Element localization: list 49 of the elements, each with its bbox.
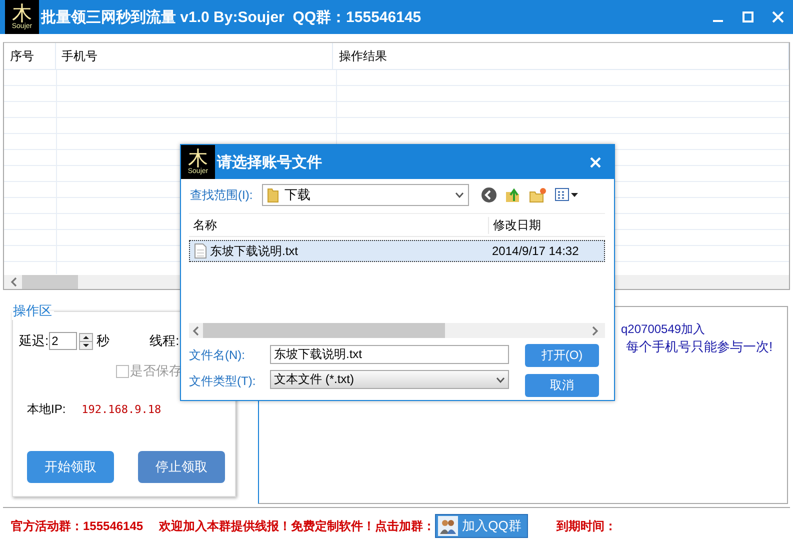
window-title: 批量领三网秒到流量 v1.0 By:Soujer QQ群：155546145 <box>41 8 422 26</box>
close-icon[interactable] <box>772 11 784 23</box>
delay-unit: 秒 <box>96 332 110 350</box>
threads-label: 线程: <box>150 332 180 350</box>
panel-title: 操作区 <box>12 302 53 320</box>
delay-input[interactable]: 2 <box>48 332 77 350</box>
file-row[interactable]: 东坡下载说明.txt 2014/9/17 14:32 <box>189 240 605 262</box>
close-icon[interactable] <box>590 156 601 168</box>
scroll-left-icon[interactable] <box>10 277 18 287</box>
scrollbar-thumb[interactable] <box>22 275 78 289</box>
group-info: 官方活动群：155546145 <box>11 518 144 535</box>
local-ip-label: 本地IP: <box>27 400 66 418</box>
document-icon <box>194 243 207 259</box>
column-header: 修改日期 <box>488 216 605 234</box>
scroll-left-icon[interactable] <box>192 326 200 336</box>
file-date: 2014/9/17 14:32 <box>492 244 579 258</box>
expiry-label: 到期时间： <box>556 518 616 535</box>
column-header: 序号 <box>4 43 56 69</box>
look-in-label: 查找范围(I): <box>190 186 253 204</box>
file-name-label: 文件名(N): <box>189 347 246 364</box>
chevron-down-icon <box>496 376 505 382</box>
up-folder-icon[interactable] <box>504 187 521 203</box>
new-folder-icon[interactable] <box>528 187 547 203</box>
delay-label: 延迟: <box>19 332 49 350</box>
file-type-dropdown[interactable]: 文本文件 (*.txt) <box>270 370 509 389</box>
notice-text: 欢迎加入本群提供线报！免费定制软件！点击加群： <box>159 518 436 535</box>
scrollbar-thumb[interactable] <box>203 323 445 338</box>
column-header: 手机号 <box>56 43 334 69</box>
scroll-right-icon[interactable] <box>591 326 599 336</box>
look-in-dropdown[interactable]: 下载 <box>262 184 469 206</box>
file-type-label: 文件类型(T): <box>189 373 257 390</box>
dialog-title: 请选择账号文件 <box>217 152 323 172</box>
save-checkbox[interactable] <box>116 364 129 378</box>
maximize-icon[interactable] <box>742 11 754 23</box>
column-header: 名称 <box>192 216 218 234</box>
log-line: 每个手机号只能参与一次! <box>625 338 774 355</box>
log-line: q20700549加入 <box>621 321 706 338</box>
file-name-field[interactable]: 东坡下载说明.txt <box>270 345 509 364</box>
chevron-down-icon <box>454 192 464 198</box>
folder-icon <box>266 187 279 203</box>
stop-button[interactable]: 停止领取 <box>138 451 225 483</box>
column-header: 操作结果 <box>333 43 789 69</box>
local-ip-value: 192.168.9.18 <box>82 402 162 416</box>
spinner-icon[interactable] <box>78 332 93 350</box>
back-icon[interactable] <box>480 187 497 203</box>
save-label: 是否保存 <box>130 362 182 380</box>
people-icon <box>438 516 458 536</box>
view-menu-icon[interactable] <box>554 188 579 202</box>
file-name: 东坡下载说明.txt <box>210 242 300 260</box>
